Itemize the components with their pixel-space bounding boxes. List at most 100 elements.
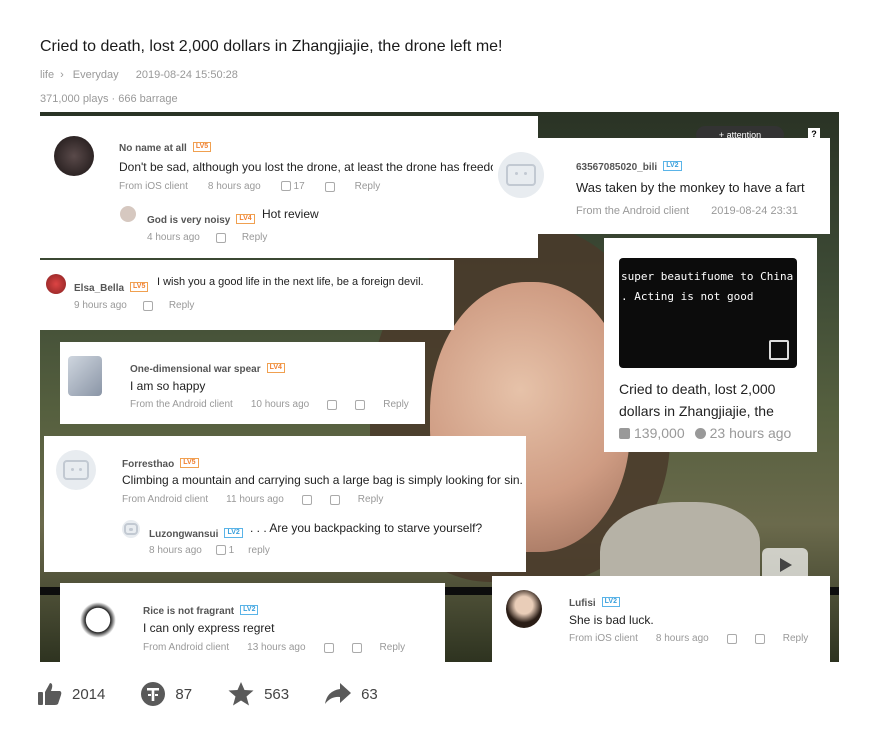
comment-footer: From Android client 11 hours ago Reply — [122, 494, 383, 505]
level-badge: LV2 — [601, 596, 620, 607]
thumb-up-icon[interactable] — [142, 300, 153, 311]
avatar[interactable] — [120, 206, 136, 222]
comment-time: 13 hours ago — [247, 642, 306, 653]
client-label: From the Android client — [130, 399, 233, 410]
thumb-up-icon[interactable] — [215, 232, 226, 243]
avatar[interactable] — [78, 598, 118, 638]
comment-card: Forresthao LV5 Climbing a mountain and ca… — [44, 436, 526, 572]
reply-button[interactable]: Reply — [358, 494, 384, 505]
coin-button[interactable]: 87 — [141, 682, 192, 706]
share-button[interactable]: 63 — [325, 683, 378, 705]
comment-text: She is bad luck. — [569, 613, 654, 627]
comment-text: I can only express regret — [143, 621, 275, 635]
comment-footer: From Android client 13 hours ago Reply — [143, 642, 405, 653]
coin-count: 87 — [175, 685, 193, 703]
like-button[interactable]: 1 — [215, 545, 234, 556]
default-avatar-icon[interactable] — [56, 450, 96, 490]
comment-card: 63567085020_bili LV2 Was taken by the mon… — [493, 138, 830, 234]
thumb-down-icon[interactable] — [754, 633, 765, 644]
thumb-up-icon[interactable] — [301, 494, 312, 505]
comment-time: 2019-08-24 23:31 — [711, 205, 798, 217]
comment-user: Elsa_Bella LV5 — [74, 278, 149, 296]
favorite-button[interactable]: 563 — [228, 682, 289, 706]
username[interactable]: Elsa_Bella — [74, 283, 124, 294]
avatar[interactable] — [46, 274, 66, 294]
avatar[interactable] — [54, 136, 94, 176]
reply-button[interactable]: Reply — [380, 642, 406, 653]
comment-card: Rice is not fragrant LV2 I can only expre… — [60, 583, 445, 663]
thumb-up-icon — [38, 683, 62, 705]
related-time: 23 hours ago — [709, 425, 792, 441]
reply-button[interactable]: Reply — [783, 633, 809, 644]
reply-text: . . . Are you backpacking to starve your… — [250, 521, 483, 535]
related-stats: 139,000 23 hours ago — [619, 425, 791, 441]
favorite-count: 563 — [264, 685, 290, 703]
reply-user: God is very noisy LV4 — [147, 210, 255, 228]
username[interactable]: No name at all — [119, 143, 187, 154]
chevron-right-icon: › — [60, 69, 64, 81]
comment-user: No name at all LV5 — [119, 138, 212, 156]
comment-time: 8 hours ago — [655, 633, 709, 644]
level-badge: LV5 — [130, 281, 149, 292]
share-count: 63 — [361, 685, 378, 703]
share-icon — [325, 683, 352, 704]
username[interactable]: Lufisi — [569, 598, 596, 609]
username[interactable]: One-dimensional war spear — [130, 364, 261, 375]
thumb-down-icon[interactable] — [324, 181, 335, 192]
play-stats: 371,000 plays · 666 barrage — [40, 93, 178, 105]
comment-user: Rice is not fragrant LV2 — [143, 601, 259, 619]
comment-time: 9 hours ago — [74, 300, 127, 311]
category-link[interactable]: life — [40, 69, 54, 81]
comment-footer: 9 hours ago Reply — [74, 300, 194, 311]
like-video-button[interactable]: 2014 — [38, 683, 105, 705]
comment-time: 4 hours ago — [147, 232, 200, 243]
thumb-up-icon[interactable] — [726, 633, 737, 644]
level-badge: LV4 — [266, 362, 285, 373]
reply-button[interactable]: Reply — [355, 181, 381, 192]
coin-icon — [141, 682, 166, 706]
default-avatar-icon[interactable] — [122, 520, 140, 538]
thumb-down-icon[interactable] — [329, 494, 340, 505]
subtitle-overlay: . Acting is not good — [621, 290, 754, 303]
level-badge: LV5 — [180, 457, 199, 468]
username[interactable]: 63567085020_bili — [576, 162, 657, 173]
subtitle-overlay: super beautifuome to China — [621, 270, 794, 283]
default-avatar-icon[interactable] — [498, 152, 544, 198]
username[interactable]: Rice is not fragrant — [143, 606, 234, 617]
comment-card: Lufisi LV2 She is bad luck. From iOS clie… — [492, 576, 830, 662]
thumb-down-icon[interactable] — [351, 642, 362, 653]
reply-user: Luzongwansui LV2 — [149, 524, 243, 542]
related-title[interactable]: Cried to death, lost 2,000 dollars in Zh… — [619, 378, 809, 422]
client-label: From iOS client — [569, 633, 638, 644]
like-count: 2014 — [72, 685, 106, 703]
comment-card: Elsa_Bella LV5 I wish you a good life in … — [40, 260, 454, 330]
comment-footer: From the Android client 10 hours ago Rep… — [130, 399, 409, 410]
username[interactable]: Luzongwansui — [149, 529, 218, 540]
comment-text: Climbing a mountain and carrying such a … — [122, 473, 523, 487]
watch-later-icon[interactable] — [769, 340, 789, 360]
reply-button[interactable]: Reply — [169, 300, 195, 311]
comment-text: Don't be sad, although you lost the dron… — [119, 160, 511, 174]
username[interactable]: Forresthao — [122, 459, 174, 470]
avatar[interactable] — [68, 356, 102, 396]
comment-card: No name at all LV5 Don't be sad, although… — [40, 116, 538, 258]
like-button[interactable]: 17 — [280, 181, 305, 192]
level-badge: LV4 — [236, 213, 255, 224]
client-label: From the Android client — [576, 205, 690, 217]
client-label: From Android client — [143, 642, 230, 653]
reply-button[interactable]: reply — [248, 545, 270, 556]
thumb-up-icon[interactable] — [327, 399, 338, 410]
related-video-card[interactable]: super beautifuome to China . Acting is n… — [604, 238, 817, 452]
comment-time: 10 hours ago — [250, 399, 310, 410]
action-bar: 2014 87 563 63 — [38, 680, 414, 708]
subcategory-link[interactable]: Everyday — [73, 69, 119, 81]
username[interactable]: God is very noisy — [147, 215, 230, 226]
reply-button[interactable]: Reply — [242, 232, 268, 243]
thumb-up-icon[interactable] — [323, 642, 334, 653]
thumb-up-icon — [280, 181, 291, 192]
related-thumbnail[interactable]: super beautifuome to China . Acting is n… — [619, 258, 797, 368]
reply-button[interactable]: Reply — [383, 399, 409, 410]
avatar[interactable] — [506, 590, 542, 628]
thumb-down-icon[interactable] — [355, 399, 366, 410]
reply-text: Hot review — [262, 207, 319, 221]
